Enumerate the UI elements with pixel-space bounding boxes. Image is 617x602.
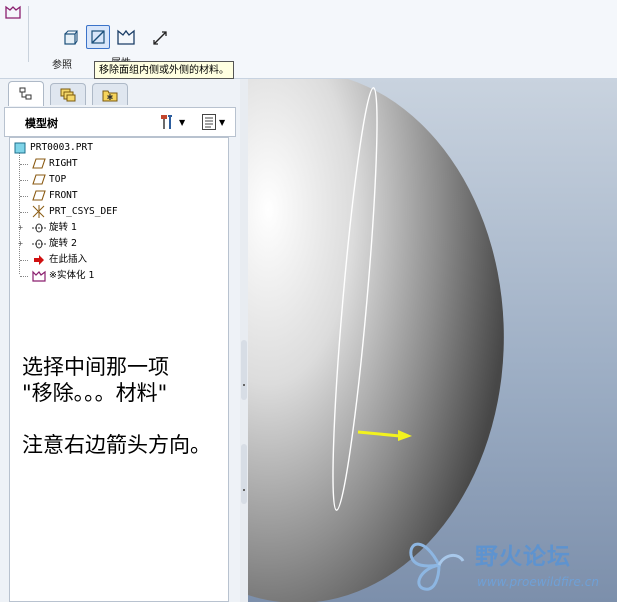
tree-node-part[interactable]: PRT0003.PRT xyxy=(13,140,93,155)
tree-node-label: PRT_CSYS_DEF xyxy=(49,206,118,217)
sash-grip[interactable] xyxy=(241,340,247,400)
tooltip: 移除面组内侧或外侧的材料。 xyxy=(94,61,234,79)
flip-direction-button[interactable] xyxy=(148,26,172,50)
feature-dashboard: 参照 属性 xyxy=(0,0,617,79)
references-tab[interactable]: 参照 xyxy=(52,56,72,71)
tree-connector xyxy=(20,260,28,261)
tree-node-revolve-1[interactable]: + 旋转 1 xyxy=(18,220,78,235)
folder-star-icon: ✱ xyxy=(102,90,118,102)
forum-watermark: 野火论坛 www.proewildfire.cn xyxy=(405,533,612,595)
csys-icon xyxy=(32,205,46,218)
tree-node-label: ※实体化 1 xyxy=(49,270,95,281)
tree-connector xyxy=(20,180,28,181)
tree-node-label: PRT0003.PRT xyxy=(30,142,93,153)
replace-surface-button[interactable] xyxy=(114,25,138,49)
tree-node-revolve-2[interactable]: + 旋转 2 xyxy=(18,236,78,251)
graphics-window[interactable] xyxy=(248,79,617,602)
tree-node-front[interactable]: FRONT xyxy=(32,188,78,203)
chevron-down-icon: ▼ xyxy=(219,117,226,127)
tree-node-top[interactable]: TOP xyxy=(32,172,66,187)
tree-node-right[interactable]: RIGHT xyxy=(32,156,78,171)
insert-arrow-icon xyxy=(32,253,46,266)
use-quilt-button[interactable] xyxy=(58,26,82,50)
flip-direction-icon xyxy=(153,31,167,45)
datum-plane-icon xyxy=(32,157,46,170)
tree-node-csys[interactable]: PRT_CSYS_DEF xyxy=(32,204,118,219)
tree-node-label: 旋转 1 xyxy=(49,222,78,233)
tab-model-tree[interactable] xyxy=(8,81,44,106)
grip-dot xyxy=(243,489,245,491)
tree-connector xyxy=(20,164,28,165)
model-tree-header: 模型树 ▼ ▼ xyxy=(4,107,236,137)
settings-list-icon xyxy=(202,114,216,130)
expand-icon[interactable]: + xyxy=(17,240,24,248)
grip-dot xyxy=(243,384,245,386)
tree-connector xyxy=(20,212,28,213)
solidify-feature-icon xyxy=(5,5,21,22)
layers-icon xyxy=(60,88,76,101)
tree-tools-button[interactable]: ▼ xyxy=(159,113,185,131)
model-tree: PRT0003.PRT RIGHT TOP FRONT PRT_CSYS_DEF… xyxy=(9,137,229,602)
tree-node-insert-here[interactable]: 在此插入 xyxy=(32,252,87,267)
tree-connector xyxy=(20,276,28,277)
tree-node-solidify[interactable]: ※实体化 1 xyxy=(32,268,95,283)
datum-plane-icon xyxy=(32,189,46,202)
part-icon xyxy=(13,141,27,154)
model-tree-title: 模型树 xyxy=(25,117,58,130)
tab-layers[interactable] xyxy=(50,83,86,105)
revolve-icon xyxy=(32,221,46,234)
sash-grip[interactable] xyxy=(241,444,247,504)
solidify-icon xyxy=(117,29,135,45)
watermark-title: 野火论坛 xyxy=(475,544,571,570)
chevron-down-icon: ▼ xyxy=(179,117,186,127)
tree-node-label: TOP xyxy=(49,174,67,185)
model-tree-icon xyxy=(19,87,32,100)
surface-icon xyxy=(64,30,78,45)
dashboard-separator xyxy=(28,6,29,62)
datum-plane-icon xyxy=(32,173,46,186)
expand-icon[interactable]: + xyxy=(17,224,24,232)
tools-icon xyxy=(161,115,172,129)
revolve-icon xyxy=(32,237,46,250)
butterfly-logo-icon xyxy=(409,542,465,591)
instruction-note: 选择中间那一项 "移除。。。材料" 注意右边箭头方向。 xyxy=(22,355,211,457)
navigator-tabs: ✱ xyxy=(6,81,234,107)
watermark-url: www.proewildfire.cn xyxy=(477,575,599,589)
remove-material-button[interactable] xyxy=(86,25,110,49)
tree-settings-button[interactable]: ▼ xyxy=(201,113,225,131)
tree-node-label: RIGHT xyxy=(49,158,78,169)
tree-node-label: FRONT xyxy=(49,190,78,201)
tree-node-label: 在此插入 xyxy=(49,254,88,265)
remove-material-icon xyxy=(91,30,105,44)
solidify-icon xyxy=(32,269,46,282)
model-view xyxy=(248,79,504,602)
tree-connector xyxy=(20,196,28,197)
svg-text:✱: ✱ xyxy=(107,93,114,102)
tree-node-label: 旋转 2 xyxy=(49,238,78,249)
navigator-panel: ✱ 模型树 ▼ ▼ PRT0003.PRT RIGHT TOP FRONT PR… xyxy=(0,79,240,602)
tab-favorites[interactable]: ✱ xyxy=(92,83,128,105)
